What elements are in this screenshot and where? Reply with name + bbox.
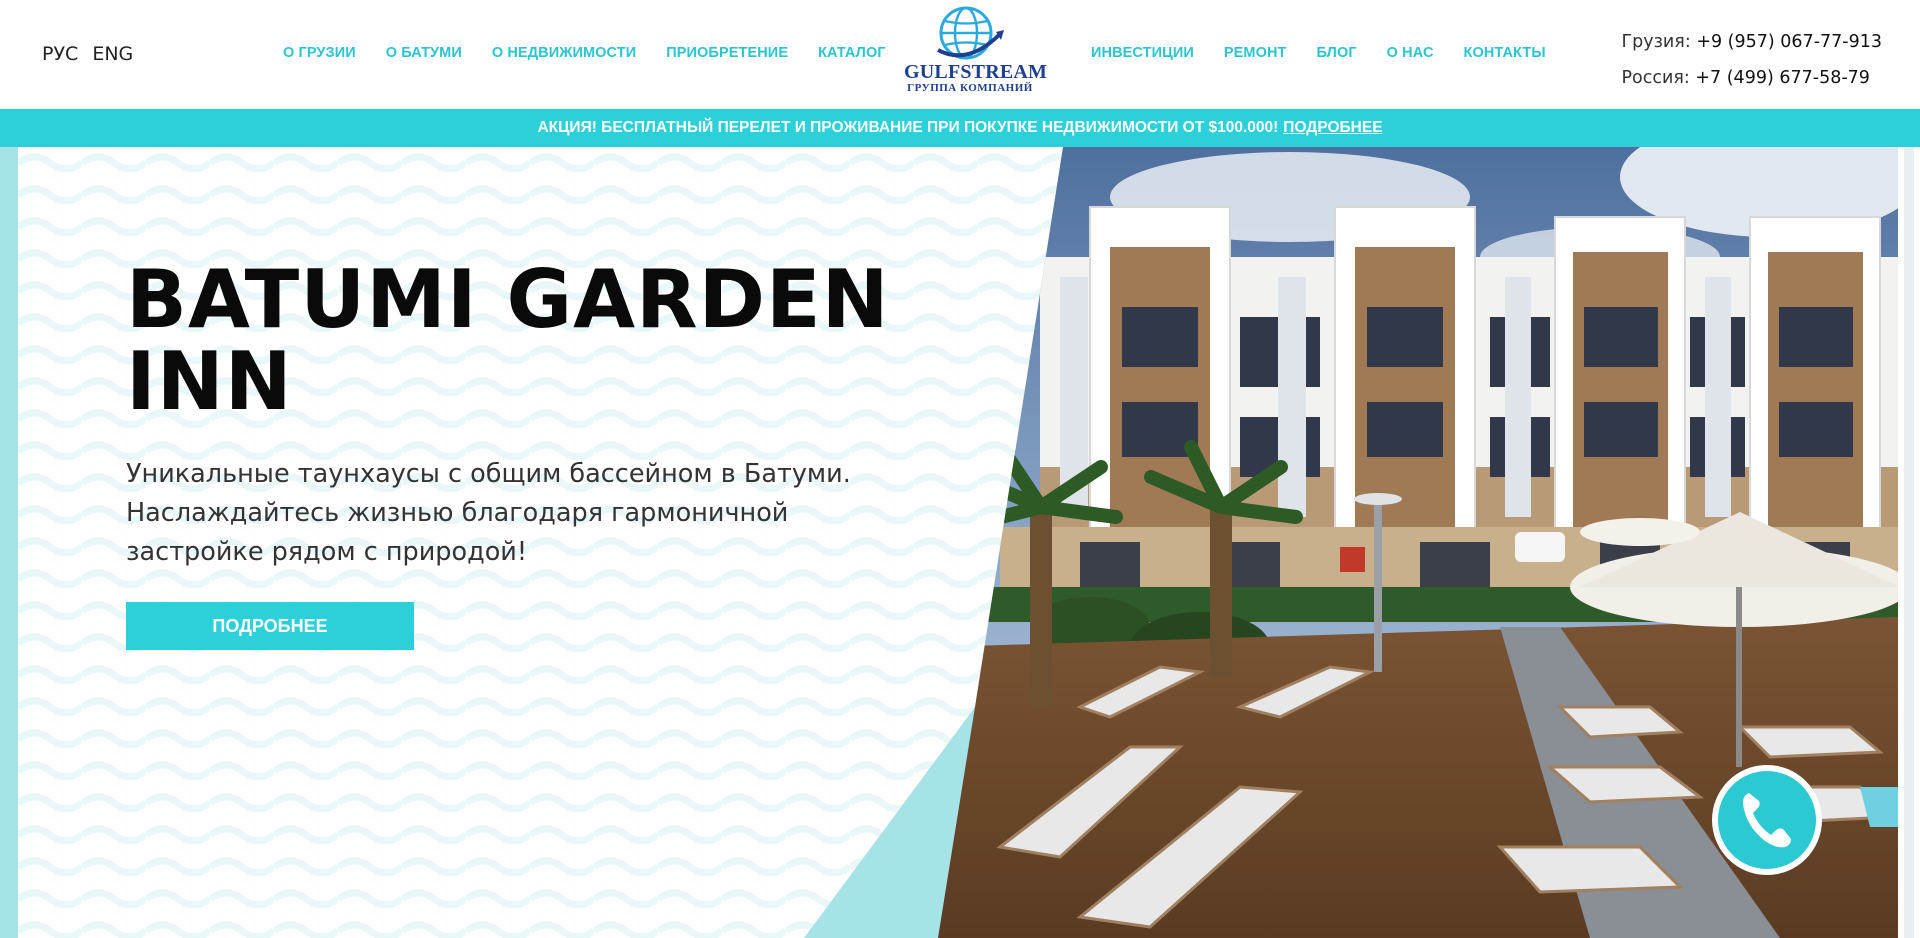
hero-description-line: Наслаждайтесь жизнью благодаря гармоничн… [126, 498, 789, 528]
lang-ru[interactable]: РУС [42, 43, 78, 65]
promo-more-link[interactable]: ПОДРОБНЕЕ [1283, 119, 1382, 137]
phone-link[interactable]: +7 (499) 677-58-79 [1695, 68, 1870, 88]
logo-subtitle: ГРУППА КОМПАНИЙ [907, 82, 1033, 94]
nav-item-investments[interactable]: ИНВЕСТИЦИИ [1091, 45, 1194, 61]
page-scrollbar[interactable] [1898, 147, 1920, 938]
language-switcher: РУС ENG [42, 43, 133, 65]
contact-label: Россия: [1621, 68, 1690, 88]
hero-section: BATUMI GARDEN INN Уникальные таунхаусы с… [0, 147, 1920, 938]
hero-title-line: BATUMI GARDEN [126, 253, 890, 346]
contact-phones: Грузия: +9 (957) 067-77-913 Россия: +7 (… [1621, 24, 1882, 96]
hero-description-line: застройке рядом с природой! [126, 537, 528, 567]
contact-georgia: Грузия: +9 (957) 067-77-913 [1621, 24, 1882, 60]
nav-item-georgia[interactable]: О ГРУЗИИ [283, 45, 356, 61]
phone-icon [1743, 793, 1791, 848]
nav-item-blog[interactable]: БЛОГ [1317, 45, 1357, 61]
main-nav-left: О ГРУЗИИ О БАТУМИ О НЕДВИЖИМОСТИ ПРИОБРЕ… [283, 45, 886, 61]
hero-more-button[interactable]: ПОДРОБНЕЕ [126, 602, 414, 650]
contact-russia: Россия: +7 (499) 677-58-79 [1621, 60, 1882, 96]
nav-item-purchase[interactable]: ПРИОБРЕТЕНИЕ [666, 45, 788, 61]
main-nav-right: ИНВЕСТИЦИИ РЕМОНТ БЛОГ О НАС КОНТАКТЫ [1091, 45, 1546, 61]
site-logo[interactable]: GULFSTREAM ГРУППА КОМПАНИЙ [904, 4, 1048, 100]
promo-text: АКЦИЯ! БЕСПЛАТНЫЙ ПЕРЕЛЕТ И ПРОЖИВАНИЕ П… [537, 119, 1279, 136]
globe-icon [937, 6, 1004, 60]
hero-title-line: INN [126, 335, 293, 428]
promo-banner: АКЦИЯ! БЕСПЛАТНЫЙ ПЕРЕЛЕТ И ПРОЖИВАНИЕ П… [0, 109, 1920, 147]
callback-button-inner [1718, 771, 1816, 869]
nav-item-renovation[interactable]: РЕМОНТ [1224, 45, 1287, 61]
hero-description: Уникальные таунхаусы с общим бассейном в… [126, 455, 856, 572]
nav-item-about[interactable]: О НАС [1387, 45, 1434, 61]
logo-name: GULFSTREAM [904, 61, 1048, 83]
phone-link[interactable]: +9 (957) 067-77-913 [1696, 32, 1882, 52]
nav-item-catalog[interactable]: КАТАЛОГ [818, 45, 886, 61]
nav-item-batumi[interactable]: О БАТУМИ [386, 45, 462, 61]
hero-title: BATUMI GARDEN INN [126, 259, 906, 423]
hero-description-line: Уникальные таунхаусы с общим бассейном в… [126, 459, 851, 489]
nav-item-real-estate[interactable]: О НЕДВИЖИМОСТИ [492, 45, 636, 61]
contact-label: Грузия: [1621, 32, 1691, 52]
nav-item-contacts[interactable]: КОНТАКТЫ [1464, 45, 1546, 61]
callback-button[interactable] [1712, 765, 1822, 875]
scrollbar-track[interactable] [1904, 147, 1914, 938]
lang-en[interactable]: ENG [92, 43, 133, 65]
site-header: РУС ENG О ГРУЗИИ О БАТУМИ О НЕДВИЖИМОСТИ… [0, 0, 1920, 109]
